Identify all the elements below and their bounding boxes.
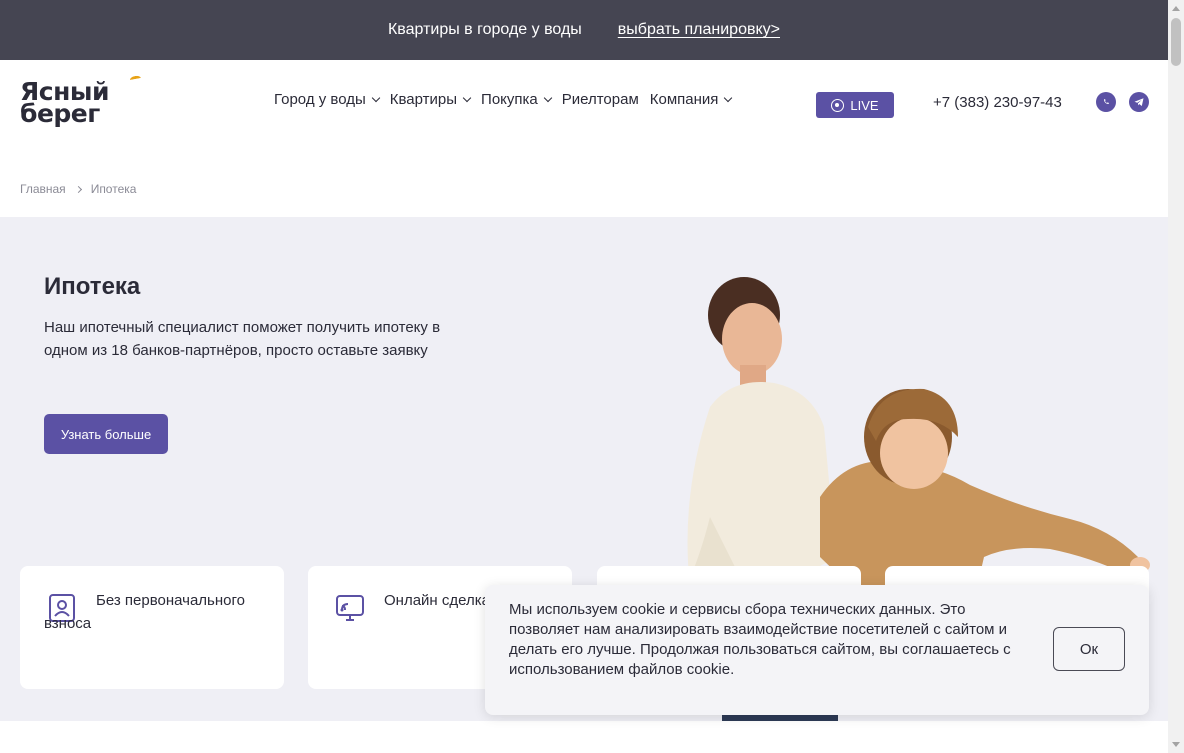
chevron-right-icon [74, 185, 82, 193]
main-nav: Город у воды Квартиры Покупка Риелторам … [274, 91, 733, 108]
breadcrumb: Главная Ипотека [20, 182, 136, 196]
cookie-banner: Мы используем cookie и сервисы сбора тех… [485, 585, 1149, 715]
feature-label: Без первоначального взноса [44, 592, 245, 632]
nav-item-realtors[interactable]: Риелторам [562, 91, 639, 108]
feature-card-no-down-payment: Без первоначального взноса [20, 566, 284, 689]
learn-more-button[interactable]: Узнать больше [44, 414, 168, 454]
webcam-icon [831, 98, 845, 112]
choose-layout-link[interactable]: выбрать планировку> [618, 21, 780, 39]
nav-item-apartments[interactable]: Квартиры [389, 91, 472, 108]
chevron-down-icon [371, 93, 381, 103]
scrollbar[interactable] [1168, 0, 1184, 753]
cookie-ok-button[interactable]: Ок [1053, 627, 1125, 671]
live-button[interactable]: LIVE [816, 92, 894, 118]
logo-accent-mark [129, 75, 142, 83]
nav-item-label: Город у воды [274, 91, 366, 108]
breadcrumb-current: Ипотека [90, 182, 137, 196]
nav-item-label: Покупка [481, 91, 538, 108]
nav-item-purchase[interactable]: Покупка [481, 91, 552, 108]
logo[interactable]: Ясный берег [20, 75, 144, 128]
phone-link[interactable]: +7 (383) 230-97-43 [933, 94, 1062, 111]
chevron-down-icon [724, 93, 733, 103]
scroll-thumb[interactable] [1171, 18, 1181, 66]
nav-item-label: Квартиры [389, 91, 458, 108]
chevron-down-icon [543, 93, 552, 103]
hero-description: Наш ипотечный специалист поможет получит… [44, 319, 441, 359]
page: Квартиры в городе у воды выбрать планиро… [0, 0, 1184, 753]
breadcrumb-home[interactable]: Главная [20, 182, 66, 196]
scroll-up-arrow-icon[interactable] [1172, 6, 1180, 11]
monitor-icon [336, 595, 364, 621]
scroll-down-arrow-icon[interactable] [1172, 742, 1180, 747]
telegram-icon[interactable] [1129, 92, 1149, 112]
nav-item-label: Риелторам [561, 91, 639, 108]
live-label: LIVE [850, 97, 879, 113]
promo-text: Квартиры в городе у воды [387, 21, 582, 38]
logo-line-2: берег [20, 99, 100, 128]
chevron-down-icon [462, 93, 472, 103]
nav-item-company[interactable]: Компания [649, 91, 733, 108]
promo-bar: Квартиры в городе у воды выбрать планиро… [0, 0, 1168, 60]
cookie-text: Мы используем cookie и сервисы сбора тех… [509, 601, 1011, 678]
page-title: Ипотека [44, 273, 141, 300]
whatsapp-icon[interactable] [1096, 92, 1116, 112]
nav-item-label: Компания [649, 91, 719, 108]
site-header: Ясный берег Город у воды Квартиры Покупк… [0, 60, 1168, 146]
nav-item-city[interactable]: Город у воды [274, 91, 381, 108]
